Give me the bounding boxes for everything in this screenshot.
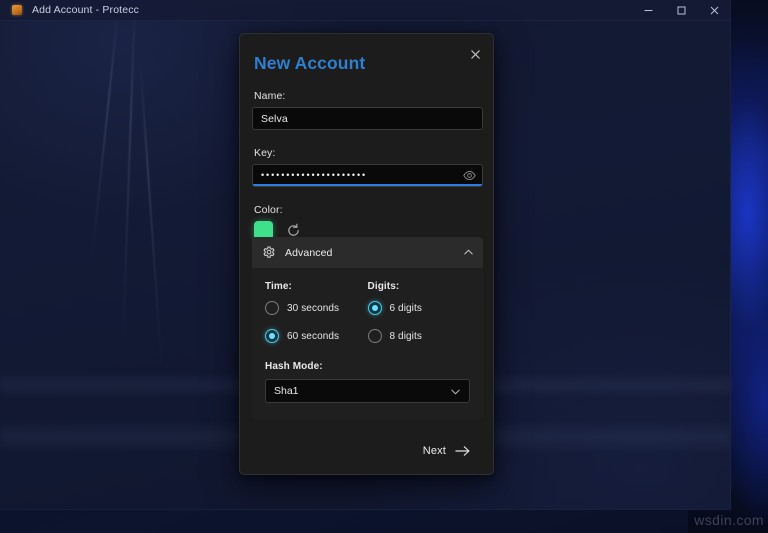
digits-radio-group: Digits: 6 digits 8 digits	[367, 281, 471, 343]
titlebar: Add Account - Protecc	[0, 0, 730, 21]
minimize-button[interactable]	[632, 0, 665, 21]
key-input[interactable]: •••••••••••••••••••••	[252, 164, 483, 187]
advanced-label: Advanced	[285, 246, 333, 259]
hash-mode-label: Hash Mode:	[265, 361, 323, 372]
refresh-icon	[287, 223, 299, 236]
color-label: Color:	[254, 204, 283, 216]
radio-time-30[interactable]: 30 seconds	[265, 301, 368, 315]
radio-digits-6[interactable]: 6 digits	[367, 301, 471, 315]
close-icon	[470, 49, 480, 59]
key-input-focus-underline	[253, 184, 482, 186]
chevron-up-icon	[463, 247, 474, 258]
eye-icon	[462, 170, 476, 181]
advanced-panel: Advanced Time: 30 seconds 60 seconds Dig…	[252, 237, 483, 419]
window-close-button[interactable]	[698, 0, 730, 21]
time-label: Time:	[265, 281, 292, 292]
desktop: Add Account - Protecc New Account Name: …	[0, 0, 768, 533]
radio-icon-selected	[265, 329, 279, 343]
next-button-label: Next	[422, 445, 446, 457]
gear-icon	[261, 245, 276, 260]
time-radio-group: Time: 30 seconds 60 seconds	[265, 281, 368, 343]
name-input-value: Selva	[261, 112, 288, 125]
radio-label: 6 digits	[389, 302, 422, 314]
minimize-icon	[644, 9, 653, 11]
name-input[interactable]: Selva	[252, 107, 483, 130]
radio-label: 8 digits	[389, 330, 422, 342]
key-label: Key:	[254, 147, 276, 159]
chevron-down-icon	[450, 386, 461, 397]
dialog-title: New Account	[254, 53, 366, 73]
close-icon	[710, 6, 719, 14]
maximize-button[interactable]	[665, 0, 698, 21]
hash-mode-value: Sha1	[274, 385, 299, 397]
digits-label: Digits:	[367, 281, 400, 292]
radio-label: 60 seconds	[287, 330, 340, 342]
radio-icon	[265, 301, 279, 315]
window-controls	[632, 0, 730, 21]
app-icon	[12, 5, 22, 15]
maximize-icon	[677, 6, 686, 14]
radio-digits-8[interactable]: 8 digits	[367, 329, 471, 343]
app-window: Add Account - Protecc New Account Name: …	[0, 0, 731, 510]
dialog-close-button[interactable]	[465, 44, 485, 64]
radio-icon-selected	[367, 301, 382, 315]
key-input-value: •••••••••••••••••••••	[261, 170, 368, 180]
name-label: Name:	[254, 90, 286, 102]
advanced-body: Time: 30 seconds 60 seconds Digits: 6 di…	[252, 268, 483, 419]
radio-icon	[367, 329, 382, 343]
window-title: Add Account - Protecc	[32, 4, 140, 16]
advanced-toggle[interactable]: Advanced	[252, 237, 483, 268]
reveal-key-button[interactable]	[460, 167, 478, 185]
hash-mode-select[interactable]: Sha1	[265, 379, 470, 403]
next-button[interactable]: Next	[416, 439, 478, 463]
radio-label: 30 seconds	[287, 302, 340, 314]
arrow-right-icon	[455, 444, 471, 458]
new-account-dialog: New Account Name: Selva Key: •••••••••••…	[239, 33, 494, 475]
dialog-footer: Next	[240, 428, 493, 474]
radio-time-60[interactable]: 60 seconds	[265, 329, 368, 343]
